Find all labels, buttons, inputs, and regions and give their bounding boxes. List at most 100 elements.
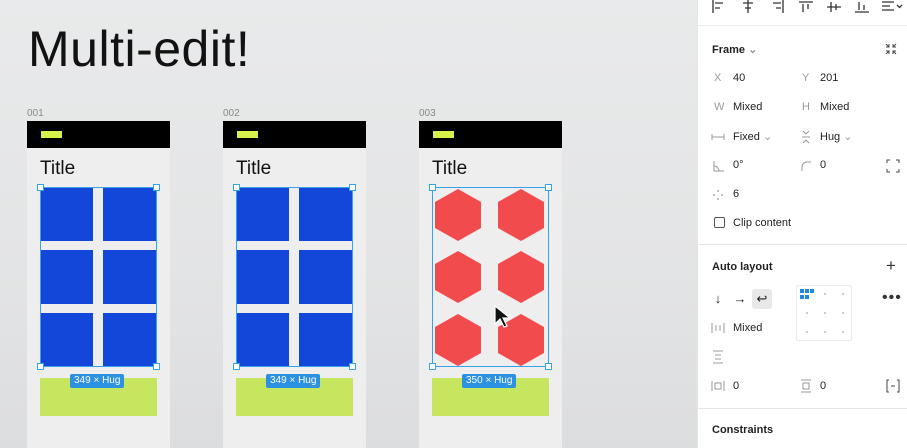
y-field[interactable]: 201 <box>820 72 838 84</box>
auto-layout-title: Auto layout <box>712 261 773 273</box>
horizontal-padding-field[interactable]: 0 <box>733 380 739 392</box>
frame-title: Title <box>432 158 468 179</box>
slide-heading: Multi-edit! <box>28 21 251 77</box>
frame-title: Title <box>236 158 272 179</box>
distribute-menu-icon[interactable] <box>881 0 903 14</box>
canvas[interactable]: Multi-edit! 001 Title 349 × Hug 002 Titl… <box>0 0 697 448</box>
wrap-direction-icon[interactable]: ↩ <box>752 289 772 309</box>
x-label: X <box>714 72 722 84</box>
selection-outline <box>40 187 157 367</box>
chevron-down-icon: ⌄ <box>748 44 758 56</box>
frame-section-label: Frame <box>712 44 746 56</box>
height-field[interactable]: Mixed <box>820 101 849 113</box>
rotation-field[interactable]: 0° <box>733 159 744 171</box>
vertical-direction-icon[interactable]: ↓ <box>708 289 728 309</box>
width-resizing-icon <box>711 134 725 140</box>
align-top-icon[interactable] <box>797 0 815 14</box>
alignment-dot <box>824 293 826 295</box>
more-options-icon[interactable]: ••• <box>882 289 902 307</box>
resize-handle[interactable] <box>153 184 160 191</box>
constraints-title: Constraints <box>712 424 774 436</box>
horizontal-padding-icon <box>711 381 725 391</box>
width-mode-value: Fixed <box>733 131 760 143</box>
y-label: Y <box>802 72 810 84</box>
frame-header-bar <box>27 121 170 148</box>
gap-icon <box>711 323 725 333</box>
selection-outline <box>432 187 549 367</box>
resize-handle[interactable] <box>37 363 44 370</box>
frame-002[interactable]: Title 349 × Hug <box>223 121 366 448</box>
frame-header-bar <box>419 121 562 148</box>
alignment-toolbar <box>698 0 907 26</box>
align-right-icon[interactable] <box>768 0 786 14</box>
frame-title: Title <box>40 158 76 179</box>
resize-handle[interactable] <box>233 184 240 191</box>
align-left-icon[interactable] <box>710 0 728 14</box>
alignment-indicator <box>800 289 804 293</box>
frame-section-title[interactable]: Frame ⌄ <box>712 43 757 56</box>
alignment-dot <box>824 312 826 314</box>
horizontal-direction-icon[interactable]: → <box>730 289 750 309</box>
alignment-dot <box>824 331 826 333</box>
size-badge: 349 × Hug <box>266 374 321 388</box>
frame-label[interactable]: 002 <box>223 108 240 119</box>
width-mode-dropdown[interactable]: Fixed ⌄ <box>733 130 772 143</box>
alignment-indicator <box>800 295 804 299</box>
w-label: W <box>714 101 725 113</box>
height-resizing-icon <box>802 130 810 144</box>
resize-handle[interactable] <box>349 363 356 370</box>
frame-label[interactable]: 001 <box>27 108 44 119</box>
independent-corners-icon[interactable] <box>886 159 900 173</box>
chevron-down-icon: ⌄ <box>762 131 773 143</box>
selection-outline <box>236 187 353 367</box>
resize-handle[interactable] <box>429 184 436 191</box>
alignment-dot <box>842 293 844 295</box>
clip-content-checkbox[interactable] <box>714 217 725 228</box>
frame-001[interactable]: Title 349 × Hug <box>27 121 170 448</box>
resize-handle[interactable] <box>233 363 240 370</box>
align-horizontal-center-icon[interactable] <box>739 0 757 14</box>
resize-handle[interactable] <box>349 184 356 191</box>
alignment-indicator <box>810 289 814 293</box>
header-chip <box>433 131 454 138</box>
alignment-dot <box>806 312 808 314</box>
size-badge: 349 × Hug <box>70 374 125 388</box>
properties-panel: Frame ⌄ X 40 Y 201 W Mixed H Mixed Fixed… <box>697 0 907 448</box>
alignment-dot <box>842 312 844 314</box>
collapse-icon[interactable] <box>884 42 898 56</box>
chevron-down-icon: ⌄ <box>843 131 853 143</box>
align-bottom-icon[interactable] <box>853 0 871 14</box>
clip-content-label: Clip content <box>733 217 792 229</box>
align-vertical-center-icon[interactable] <box>825 0 843 14</box>
frame-header-bar <box>223 121 366 148</box>
corner-radius-field[interactable]: 0 <box>820 159 826 171</box>
spacing-field[interactable]: 6 <box>733 188 739 200</box>
vertical-padding-field[interactable]: 0 <box>820 380 826 392</box>
gap-field[interactable]: Mixed <box>733 322 762 334</box>
add-auto-layout-icon[interactable]: + <box>886 256 896 276</box>
header-chip <box>41 131 62 138</box>
spacing-icon <box>713 190 723 200</box>
alignment-grid[interactable] <box>796 285 852 341</box>
independent-padding-icon[interactable] <box>886 379 900 393</box>
resize-handle[interactable] <box>545 363 552 370</box>
alignment-indicator <box>805 289 809 293</box>
resize-handle[interactable] <box>545 184 552 191</box>
resize-handle[interactable] <box>153 363 160 370</box>
corner-radius-icon <box>801 161 811 171</box>
width-field[interactable]: Mixed <box>733 101 762 113</box>
section-divider <box>698 244 907 245</box>
resize-handle[interactable] <box>429 363 436 370</box>
section-divider <box>698 408 907 409</box>
h-label: H <box>802 101 810 113</box>
x-field[interactable]: 40 <box>733 72 745 84</box>
rotation-icon <box>713 161 724 172</box>
height-mode-value: Hug <box>820 131 841 143</box>
frame-label[interactable]: 003 <box>419 108 436 119</box>
resize-handle[interactable] <box>37 184 44 191</box>
frame-003[interactable]: Title 350 × Hug <box>419 121 562 448</box>
height-mode-dropdown[interactable]: Hug ⌄ <box>820 130 852 143</box>
size-badge: 350 × Hug <box>462 374 517 388</box>
mouse-cursor-icon <box>494 305 512 328</box>
alignment-indicator <box>805 295 809 299</box>
